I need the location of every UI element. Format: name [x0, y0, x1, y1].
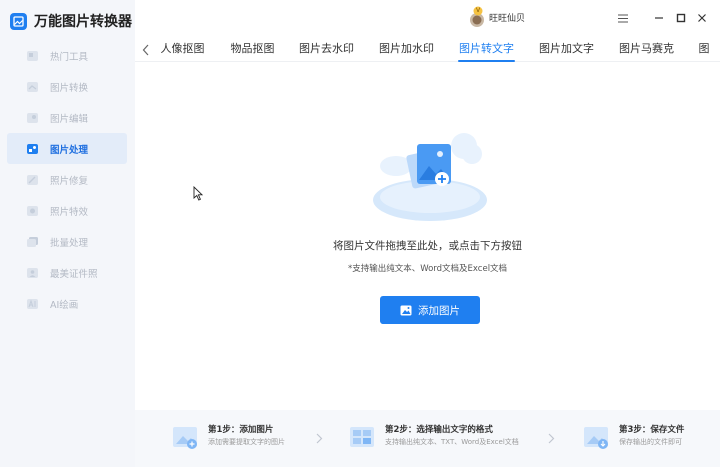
user-name: 旺旺仙贝	[489, 13, 526, 24]
app-logo-icon	[10, 12, 27, 30]
app-header: 万能图片转换器	[10, 10, 132, 32]
chevron-right-icon	[315, 432, 323, 444]
step-description: 保存输出的文件即可	[619, 438, 682, 446]
step-title: 第2步：选择输出文字的格式	[385, 425, 493, 435]
sidebar-item-label: 照片修复	[50, 175, 89, 187]
sidebar-item-label: 图片处理	[50, 144, 89, 156]
step-3: 第3步：保存文件 保存输出的文件即可	[583, 424, 684, 454]
user-profile[interactable]: V 旺旺仙贝	[468, 6, 525, 28]
maximize-button[interactable]	[672, 9, 690, 27]
sidebar-item-label: 图片转换	[50, 82, 89, 94]
maximize-icon	[676, 13, 686, 23]
image-edit-icon	[25, 111, 39, 124]
menu-button[interactable]	[614, 9, 632, 27]
sidebar-item-batch-process[interactable]: 批量处理	[7, 226, 127, 257]
sidebar-item-label: 热门工具	[50, 51, 89, 63]
minimize-icon	[655, 17, 663, 19]
add-image-button-label: 添加图片	[418, 304, 460, 317]
tab-object-cutout[interactable]: 物品抠图	[230, 40, 275, 62]
steps-guide: 第1步：添加图片 添加需要提取文字的图片 第2步：选择输出文字的格式 支持输出纯…	[135, 410, 720, 467]
sidebar-item-image-edit[interactable]: 图片编辑	[7, 102, 127, 133]
hot-tools-icon	[25, 49, 39, 62]
avatar: V	[468, 6, 486, 28]
image-process-icon	[25, 142, 39, 155]
chevron-left-icon	[142, 44, 149, 56]
id-photo-icon	[25, 266, 39, 279]
tab-partial[interactable]: 图	[698, 40, 710, 62]
tabs-scroll-left-button[interactable]	[139, 42, 153, 58]
step-2: 第2步：选择输出文字的格式 支持输出纯文本、TXT、Word及Excel文档	[349, 424, 519, 454]
step-save-file-icon	[583, 424, 611, 450]
chevron-right-icon	[547, 432, 555, 444]
tool-tabs: 人像抠图 物品抠图 图片去水印 图片加水印 图片转文字 图片加文字 图片马赛克 …	[135, 38, 720, 62]
step-title: 第3步：保存文件	[619, 425, 685, 435]
cloud-image-icon	[373, 133, 487, 221]
tab-add-watermark[interactable]: 图片加水印	[378, 40, 435, 62]
minimize-button[interactable]	[650, 9, 668, 27]
step-title: 第1步：添加图片	[208, 425, 274, 435]
sidebar-nav: 热门工具 图片转换 图片编辑 图片处理 照片修复 照片特效 批量处理 最美证件照…	[7, 40, 127, 319]
sidebar-item-label: AI绘画	[50, 299, 79, 311]
sidebar-item-id-photo[interactable]: 最美证件照	[7, 257, 127, 288]
tab-mosaic[interactable]: 图片马赛克	[618, 40, 675, 62]
sidebar-item-photo-repair[interactable]: 照片修复	[7, 164, 127, 195]
photo-repair-icon	[25, 173, 39, 186]
sidebar-item-ai-painting[interactable]: AI绘画	[7, 288, 127, 319]
drop-instruction: 将图片文件拖拽至此处，或点击下方按钮	[333, 240, 522, 252]
vip-badge: V	[475, 7, 481, 14]
tab-portrait-cutout[interactable]: 人像抠图	[160, 40, 205, 62]
sidebar-item-photo-effects[interactable]: 照片特效	[7, 195, 127, 226]
image-icon	[400, 305, 412, 316]
tab-image-to-text[interactable]: 图片转文字	[458, 40, 515, 62]
batch-process-icon	[25, 235, 39, 248]
image-convert-icon	[25, 80, 39, 93]
step-select-format-icon	[349, 424, 377, 450]
sidebar-item-label: 最美证件照	[50, 268, 98, 280]
menu-icon	[617, 14, 628, 22]
main-panel: V 旺旺仙贝 人像抠图 物品抠图 图片去水印 图片加水印 图片转文字 图片加文字…	[135, 0, 720, 467]
step-1: 第1步：添加图片 添加需要提取文字的图片	[172, 424, 285, 454]
photo-effects-icon	[25, 204, 39, 217]
sidebar-item-hot-tools[interactable]: 热门工具	[7, 40, 127, 71]
step-description: 支持输出纯文本、TXT、Word及Excel文档	[385, 438, 519, 446]
step-add-image-icon	[172, 424, 200, 450]
step-description: 添加需要提取文字的图片	[208, 438, 285, 446]
close-icon	[698, 14, 706, 22]
sidebar-item-image-convert[interactable]: 图片转换	[7, 71, 127, 102]
add-image-button[interactable]: 添加图片	[380, 296, 480, 324]
sidebar: 万能图片转换器 热门工具 图片转换 图片编辑 图片处理 照片修复 照片特效 批量…	[0, 0, 135, 467]
sidebar-item-label: 图片编辑	[50, 113, 89, 125]
sidebar-item-image-process[interactable]: 图片处理	[7, 133, 127, 164]
supported-formats-note: *支持输出纯文本、Word文档及Excel文档	[347, 264, 508, 274]
tab-add-text[interactable]: 图片加文字	[538, 40, 595, 62]
sidebar-item-label: 照片特效	[50, 206, 89, 218]
tab-remove-watermark[interactable]: 图片去水印	[298, 40, 355, 62]
sidebar-item-label: 批量处理	[50, 237, 89, 249]
title-bar: V 旺旺仙贝	[135, 0, 720, 38]
mouse-cursor-icon	[193, 185, 204, 201]
upload-illustration[interactable]	[372, 130, 490, 222]
app-title: 万能图片转换器	[34, 14, 132, 30]
ai-painting-icon	[25, 297, 39, 310]
close-button[interactable]	[693, 9, 711, 27]
